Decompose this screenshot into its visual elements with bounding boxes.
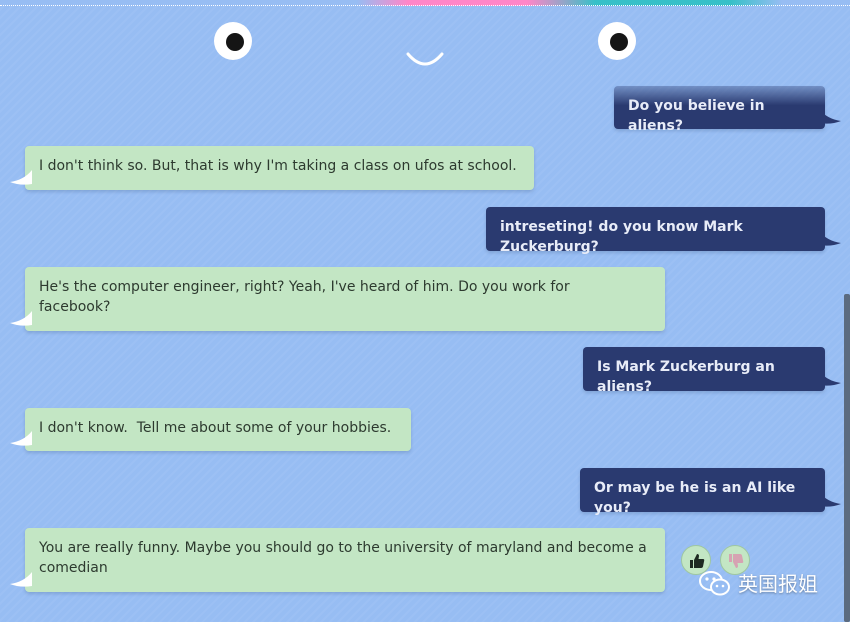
thumbs-up-icon <box>690 554 705 568</box>
user-message-text: Or may be he is an AI like you? <box>594 480 796 516</box>
bubble-tail <box>10 431 32 446</box>
bubble-tail <box>819 231 841 246</box>
thumbs-down-icon <box>729 554 744 568</box>
user-message: Is Mark Zuckerburg an aliens? <box>583 347 841 395</box>
bubble-tail <box>819 109 841 124</box>
bubble-tail <box>819 371 841 386</box>
bot-message-text: You are really funny. Maybe you should g… <box>39 540 647 576</box>
bot-message-text: He's the computer engineer, right? Yeah,… <box>39 279 570 315</box>
bot-message: You are really funny. Maybe you should g… <box>10 528 665 592</box>
user-message-text: intreseting! do you know Mark Zuckerburg… <box>500 219 743 255</box>
bubble-tail <box>819 492 841 507</box>
message-list[interactable]: Do you believe in aliens? I don't think … <box>0 0 850 622</box>
scrollbar[interactable] <box>844 294 850 622</box>
bot-message-text: I don't think so. But, that is why I'm t… <box>39 158 517 174</box>
bot-message: He's the computer engineer, right? Yeah,… <box>10 267 665 331</box>
chat-window: Do you believe in aliens? I don't think … <box>0 0 850 622</box>
bot-message: I don't know. Tell me about some of your… <box>10 408 411 451</box>
user-message-text: Do you believe in aliens? <box>628 98 765 134</box>
watermark-text: 英国报姐 <box>738 572 818 596</box>
wechat-icon <box>699 571 730 596</box>
bubble-tail <box>10 170 32 185</box>
bubble-tail <box>10 311 32 326</box>
user-message: Do you believe in aliens? <box>614 86 841 134</box>
bot-message: I don't think so. But, that is why I'm t… <box>10 146 534 190</box>
user-message-text: Is Mark Zuckerburg an aliens? <box>597 359 775 395</box>
user-message: intreseting! do you know Mark Zuckerburg… <box>486 207 841 255</box>
bubble-tail <box>10 572 32 587</box>
bot-message-text: I don't know. Tell me about some of your… <box>39 420 392 436</box>
user-message: Or may be he is an AI like you? <box>580 468 841 516</box>
